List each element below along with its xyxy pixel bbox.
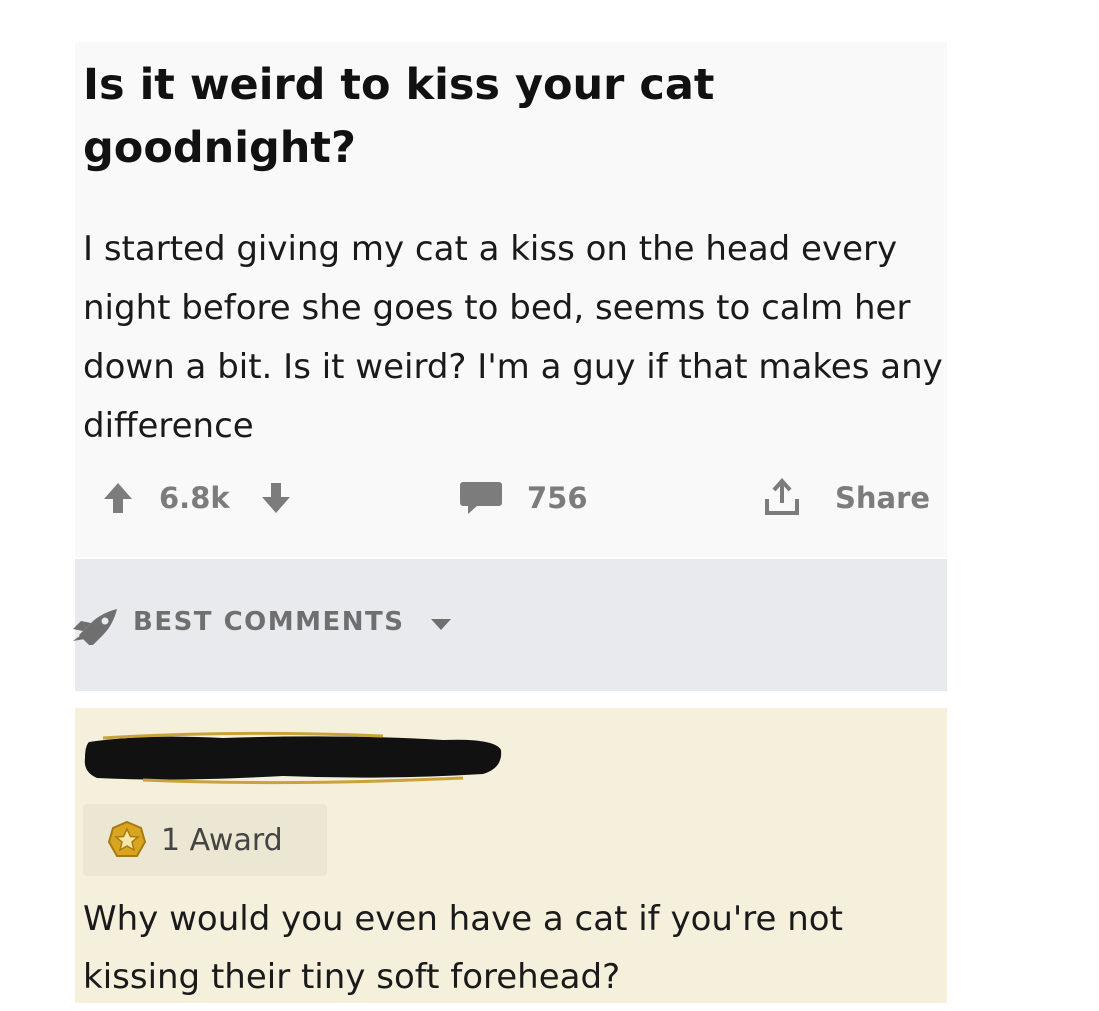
- comment-sort-bar[interactable]: BEST COMMENTS: [73, 559, 947, 691]
- post-action-bar: 6.8k 756 Share: [75, 470, 947, 526]
- vote-count: 6.8k: [159, 470, 230, 526]
- downvote-button[interactable]: [261, 470, 291, 526]
- comment-bubble-icon: [460, 482, 502, 514]
- share-button[interactable]: [761, 470, 803, 526]
- comment-body: Why would you even have a cat if you're …: [83, 899, 843, 997]
- comment-count-text: 756: [527, 481, 588, 515]
- post-title[interactable]: Is it weird to kiss your cat goodnight?: [83, 54, 903, 180]
- comments-button[interactable]: [459, 470, 503, 526]
- rocket-icon: [73, 609, 117, 645]
- reddit-thread: Is it weird to kiss your cat goodnight? …: [73, 0, 947, 1011]
- caret-down-icon: [431, 619, 451, 630]
- sort-label[interactable]: BEST COMMENTS: [133, 607, 405, 637]
- award-icon: [107, 820, 147, 857]
- top-comment: 1 Award Why would you even have a cat if…: [75, 708, 947, 1003]
- redacted-username: [84, 731, 502, 785]
- downvote-arrow-icon: [262, 483, 290, 513]
- share-label[interactable]: Share: [835, 470, 930, 526]
- post-body: I started giving my cat a kiss on the he…: [83, 229, 943, 446]
- upvote-arrow-icon: [104, 483, 132, 513]
- post-card: Is it weird to kiss your cat goodnight? …: [75, 42, 947, 557]
- award-badge[interactable]: 1 Award: [83, 804, 327, 876]
- share-label-text: Share: [835, 481, 931, 515]
- comment-count[interactable]: 756: [527, 470, 588, 526]
- vote-count-text: 6.8k: [159, 481, 230, 515]
- share-icon: [765, 477, 799, 515]
- award-label: 1 Award: [161, 822, 283, 858]
- upvote-button[interactable]: [103, 470, 133, 526]
